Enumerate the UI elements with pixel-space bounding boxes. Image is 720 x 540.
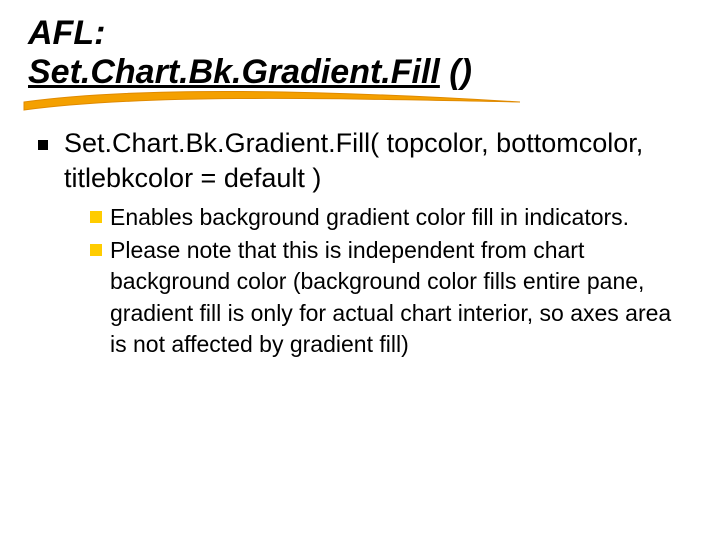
underline-swoosh-icon — [22, 88, 522, 118]
yellow-bullet-icon — [90, 244, 102, 256]
sub-points: Enables background gradient color fill i… — [38, 202, 692, 359]
content-area: Set.Chart.Bk.Gradient.Fill( topcolor, bo… — [28, 126, 692, 359]
title-line-2: Set.Chart.Bk.Gradient.Fill () — [28, 53, 692, 92]
title-function-underlined: Set.Chart.Bk.Gradient.Fill — [28, 53, 440, 91]
yellow-bullet-icon — [90, 211, 102, 223]
sub-point-1: Enables background gradient color fill i… — [90, 202, 692, 233]
square-bullet-icon — [38, 140, 48, 150]
sub-point-2: Please note that this is independent fro… — [90, 235, 692, 359]
title-suffix: () — [440, 53, 472, 91]
function-signature: Set.Chart.Bk.Gradient.Fill( topcolor, bo… — [64, 126, 692, 196]
sub-point-2-text: Please note that this is independent fro… — [110, 235, 692, 359]
title-line-1: AFL: — [28, 14, 692, 53]
slide-title: AFL: Set.Chart.Bk.Gradient.Fill () — [28, 14, 692, 92]
sub-point-1-text: Enables background gradient color fill i… — [110, 202, 629, 233]
bullet-item: Set.Chart.Bk.Gradient.Fill( topcolor, bo… — [38, 126, 692, 196]
